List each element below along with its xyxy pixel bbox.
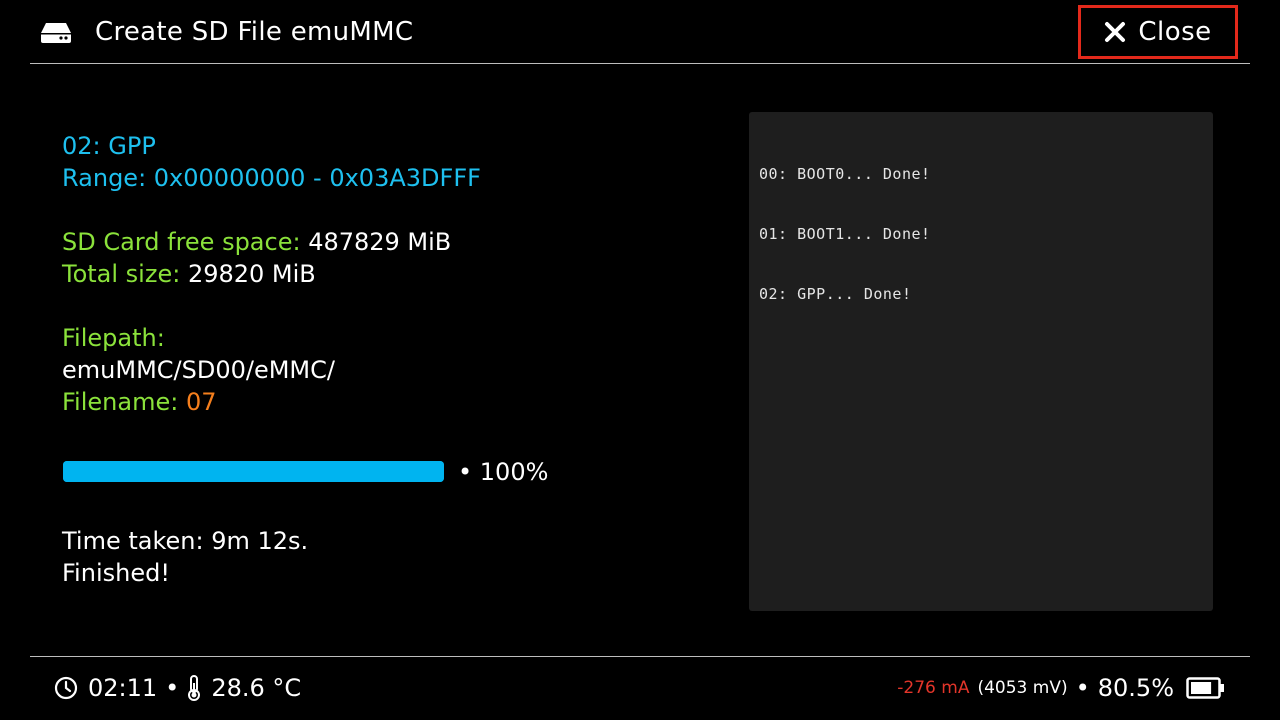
free-space-row: SD Card free space: 487829 MiB xyxy=(62,226,451,258)
status-message: Finished! xyxy=(62,559,170,587)
separator-dot: • xyxy=(165,674,180,702)
log-line: 02: GPP... Done! xyxy=(759,285,912,303)
close-button-label: Close xyxy=(1138,17,1212,47)
filename-label: Filename: xyxy=(62,388,186,416)
progress-percent: • 100% xyxy=(458,458,549,486)
thermometer-icon xyxy=(188,675,201,701)
log-line: 01: BOOT1... Done! xyxy=(759,225,931,243)
temperature: 28.6 °C xyxy=(211,674,302,702)
battery-icon xyxy=(1186,677,1224,699)
free-space-label: SD Card free space: xyxy=(62,228,309,256)
filepath-label: Filepath: xyxy=(62,324,165,352)
free-space-value: 487829 MiB xyxy=(308,228,452,256)
drive-icon xyxy=(41,23,71,43)
log-lines: 00: BOOT0... Done! 01: BOOT1... Done! 02… xyxy=(759,124,931,344)
battery-percent: 80.5% xyxy=(1097,674,1174,702)
separator-dot: • xyxy=(1075,674,1090,702)
filepath-value: emuMMC/SD00/eMMC/ xyxy=(62,356,335,384)
status-bar-right: -276 mA (4053 mV) • 80.5% xyxy=(897,671,1226,705)
emummc-screen: Create SD File emuMMC Close 02: GPP Rang… xyxy=(0,0,1280,720)
log-panel: 00: BOOT0... Done! 01: BOOT1... Done! 02… xyxy=(749,112,1213,611)
partition-range: Range: 0x00000000 - 0x03A3DFFF xyxy=(62,164,481,192)
total-size-label: Total size: xyxy=(62,260,188,288)
page-title: Create SD File emuMMC xyxy=(95,17,414,47)
time-taken: Time taken: 9m 12s. xyxy=(62,527,309,555)
clock-icon xyxy=(54,676,78,700)
battery-current: -276 mA xyxy=(897,678,970,698)
total-size-row: Total size: 29820 MiB xyxy=(62,258,316,290)
log-line: 00: BOOT0... Done! xyxy=(759,165,931,183)
close-button[interactable]: Close xyxy=(1078,5,1238,59)
filename-value: 07 xyxy=(185,388,217,416)
close-icon xyxy=(1105,22,1126,42)
header-divider xyxy=(30,63,1250,64)
clock-time: 02:11 xyxy=(88,674,158,702)
footer-divider xyxy=(30,656,1250,657)
status-bar-left: 02:11 • 28.6 °C xyxy=(54,671,301,705)
progress-bar xyxy=(63,461,444,482)
battery-voltage: (4053 mV) xyxy=(977,678,1068,698)
progress-bar-fill xyxy=(63,461,444,482)
partition-name: 02: GPP xyxy=(62,132,156,160)
total-size-value: 29820 MiB xyxy=(187,260,316,288)
filename-row: Filename: 07 xyxy=(62,386,216,418)
